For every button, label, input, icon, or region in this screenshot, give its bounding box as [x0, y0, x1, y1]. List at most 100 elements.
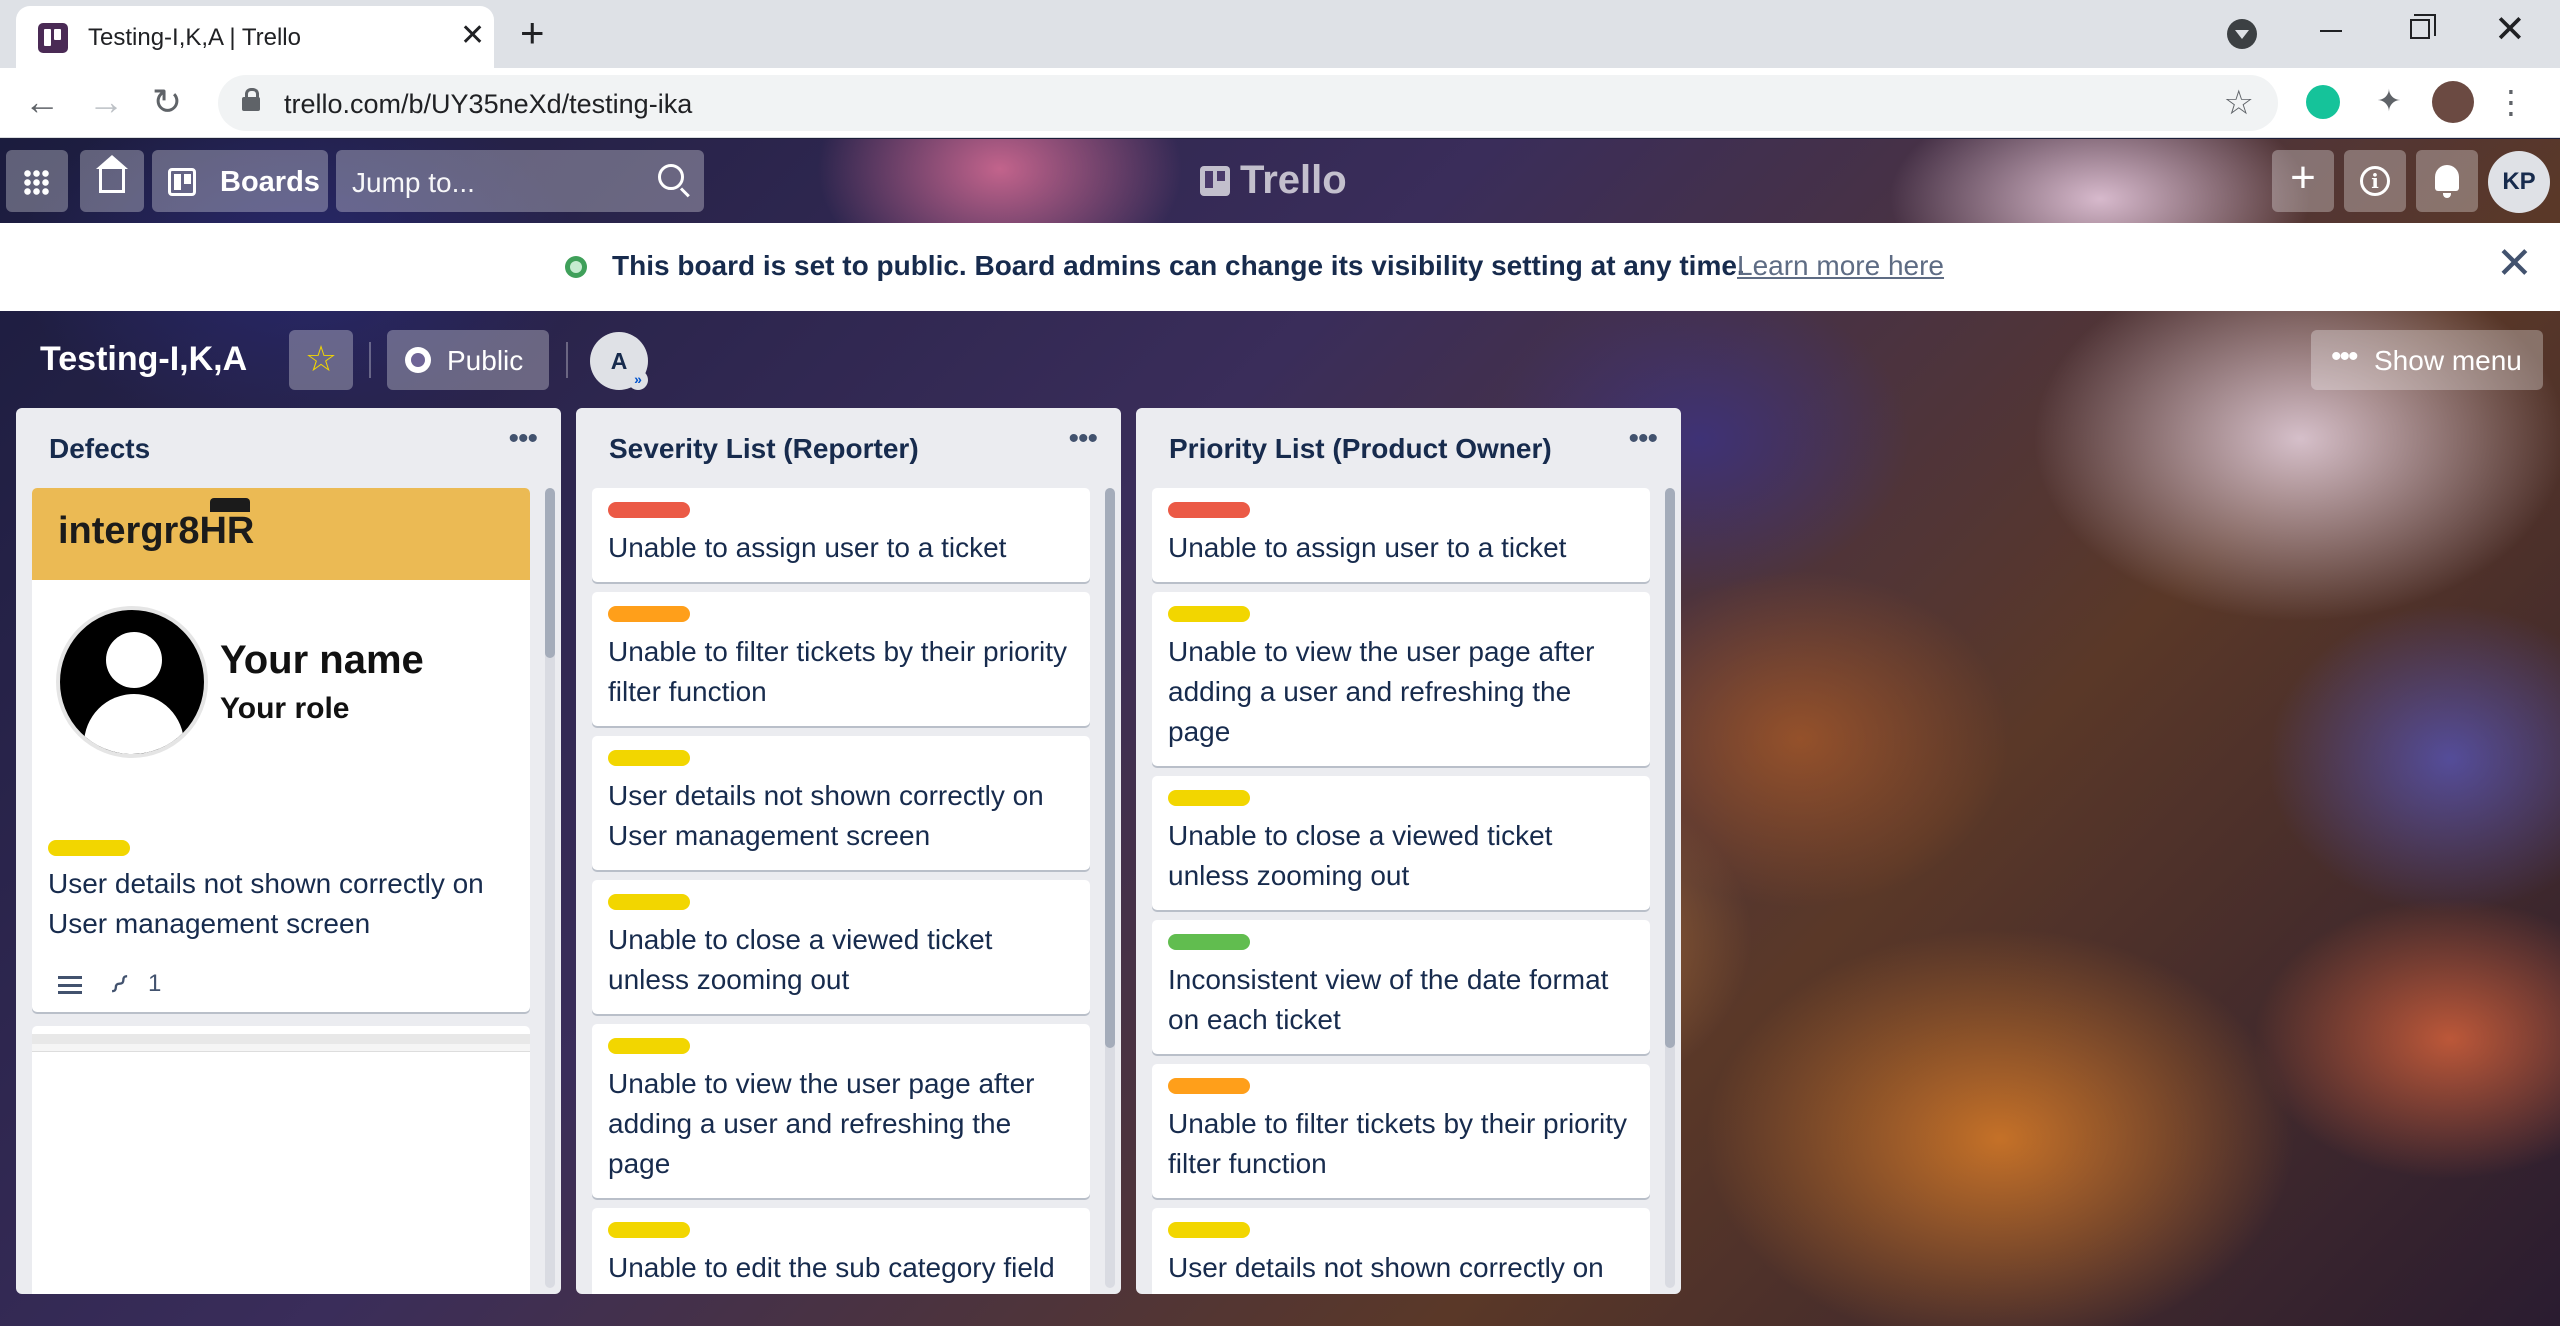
- card-label-green[interactable]: [1168, 934, 1250, 950]
- apps-button[interactable]: [6, 150, 68, 212]
- tab-close-icon[interactable]: ✕: [460, 19, 485, 53]
- description-icon: [58, 976, 82, 994]
- card-label-yellow[interactable]: [608, 750, 690, 766]
- card-title: Unable to close a viewed ticket unless z…: [1168, 820, 1553, 891]
- card-label-yellow[interactable]: [48, 840, 130, 856]
- card[interactable]: Unable to filter tickets by their priori…: [1152, 1064, 1650, 1198]
- card-title: Unable to assign user to a ticket: [608, 532, 1007, 563]
- extensions-puzzle-icon[interactable]: ✦: [2372, 85, 2406, 119]
- list-scrollbar[interactable]: [545, 488, 555, 1288]
- banner-close-icon[interactable]: ✕: [2496, 239, 2533, 289]
- bookmark-star-icon[interactable]: ☆: [2224, 83, 2254, 123]
- card[interactable]: Unable to assign user to a ticket: [592, 488, 1090, 582]
- list-priority: Priority List (Product Owner) ••• Unable…: [1136, 408, 1681, 1294]
- info-icon: i: [2360, 166, 2390, 196]
- public-board-banner: This board is set to public. Board admin…: [0, 223, 2560, 311]
- list-menu-icon[interactable]: •••: [1068, 422, 1097, 456]
- trello-logo-text: Trello: [1240, 158, 1347, 202]
- back-icon[interactable]: ←: [24, 82, 60, 122]
- list-scrollbar[interactable]: [1665, 488, 1675, 1288]
- card-label-yellow[interactable]: [1168, 790, 1250, 806]
- learn-more-link[interactable]: Learn more here: [1737, 250, 1944, 282]
- card-label-red[interactable]: [1168, 502, 1250, 518]
- admin-chevron-icon: »: [628, 370, 648, 390]
- card[interactable]: Unable to edit the sub category field: [592, 1208, 1090, 1294]
- boards-icon: [168, 168, 196, 196]
- reload-icon[interactable]: ↻: [152, 82, 182, 122]
- minimize-icon[interactable]: [2320, 30, 2342, 32]
- card-label-orange[interactable]: [608, 606, 690, 622]
- boards-label: Boards: [220, 166, 320, 198]
- card-cover[interactable]: intergr8HR Your name Your role User deta…: [32, 488, 530, 1012]
- browser-tab-bar: Testing-I,K,A | Trello ✕ + ✕: [0, 0, 2560, 68]
- card-title: User details not shown correctly on: [1168, 1252, 1604, 1283]
- card[interactable]: User details not shown correctly on User…: [592, 736, 1090, 870]
- card[interactable]: Unable to assign user to a ticket: [1152, 488, 1650, 582]
- window-close-icon[interactable]: ✕: [2494, 8, 2526, 52]
- card[interactable]: Unable to view the user page after addin…: [1152, 592, 1650, 766]
- cover-logo-cap: [210, 498, 250, 512]
- card[interactable]: Inconsistent view of the date format on …: [1152, 920, 1650, 1054]
- card-title: Unable to close a viewed ticket unless z…: [608, 924, 993, 995]
- list-scrollbar[interactable]: [1105, 488, 1115, 1288]
- plus-icon: +: [2290, 153, 2316, 202]
- list-menu-icon[interactable]: •••: [1628, 422, 1657, 456]
- visibility-button[interactable]: Public: [387, 330, 549, 390]
- card-label-orange[interactable]: [1168, 1078, 1250, 1094]
- create-button[interactable]: +: [2272, 150, 2334, 212]
- thumbnail-tabs: [32, 1034, 530, 1044]
- visibility-label: Public: [447, 345, 524, 376]
- ellipsis-icon: •••: [2331, 340, 2358, 373]
- card[interactable]: Unable to view the user page after addin…: [592, 1024, 1090, 1198]
- notifications-button[interactable]: [2416, 150, 2478, 212]
- restore-icon[interactable]: [2410, 14, 2436, 39]
- card[interactable]: User details not shown correctly on: [1152, 1208, 1650, 1294]
- list-scrollbar-thumb[interactable]: [545, 488, 555, 658]
- browser-menu-icon[interactable]: ⋮: [2494, 85, 2528, 119]
- browser-tab[interactable]: Testing-I,K,A | Trello ✕: [16, 6, 494, 68]
- card-label-yellow[interactable]: [1168, 1222, 1250, 1238]
- user-avatar[interactable]: KP: [2488, 151, 2550, 213]
- profile-avatar[interactable]: [2432, 81, 2474, 123]
- trello-logo[interactable]: Trello: [1200, 158, 1347, 203]
- jump-to-placeholder: Jump to...: [352, 167, 475, 198]
- list-scrollbar-thumb[interactable]: [1665, 488, 1675, 1048]
- card-label-yellow[interactable]: [1168, 606, 1250, 622]
- forward-icon[interactable]: →: [88, 82, 124, 122]
- list-title[interactable]: Severity List (Reporter): [609, 433, 919, 465]
- boards-button[interactable]: Boards: [152, 150, 328, 212]
- list-menu-icon[interactable]: •••: [508, 422, 537, 456]
- card-label-red[interactable]: [608, 502, 690, 518]
- card-title: Unable to filter tickets by their priori…: [608, 636, 1068, 707]
- home-button[interactable]: [80, 150, 144, 212]
- card[interactable]: Unable to close a viewed ticket unless z…: [592, 880, 1090, 1014]
- bell-icon: [2435, 165, 2459, 198]
- tab-search-icon[interactable]: [2227, 19, 2257, 49]
- card[interactable]: Unable to close a viewed ticket unless z…: [1152, 776, 1650, 910]
- card-label-yellow[interactable]: [608, 1222, 690, 1238]
- header-divider: [566, 342, 568, 378]
- list-title[interactable]: Priority List (Product Owner): [1169, 433, 1552, 465]
- show-menu-button[interactable]: ••• Show menu: [2311, 330, 2543, 390]
- url-input[interactable]: trello.com/b/UY35neXd/testing-ika ☆: [218, 75, 2278, 131]
- cover-name: Your name: [220, 638, 424, 682]
- list-title[interactable]: Defects: [49, 433, 150, 465]
- cover-banner: intergr8HR: [32, 488, 530, 580]
- lock-icon[interactable]: [242, 88, 260, 111]
- new-tab-icon[interactable]: +: [520, 12, 545, 54]
- profile-placeholder-icon: [56, 606, 208, 758]
- jump-to-search-input[interactable]: Jump to...: [336, 150, 704, 212]
- grammarly-extension-icon[interactable]: [2306, 85, 2340, 119]
- address-bar: ← → ↻ trello.com/b/UY35neXd/testing-ika …: [0, 68, 2560, 138]
- list-scrollbar-thumb[interactable]: [1105, 488, 1115, 1048]
- cover-role: Your role: [220, 692, 350, 725]
- screenshot-thumbnail-card[interactable]: [32, 1026, 530, 1294]
- board-title[interactable]: Testing-I,K,A: [40, 340, 247, 379]
- info-button[interactable]: i: [2344, 150, 2406, 212]
- card[interactable]: Unable to filter tickets by their priori…: [592, 592, 1090, 726]
- card-label-yellow[interactable]: [608, 1038, 690, 1054]
- card-label-yellow[interactable]: [608, 894, 690, 910]
- tab-title: Testing-I,K,A | Trello: [88, 24, 301, 51]
- card-title: Unable to view the user page after addin…: [1168, 636, 1595, 747]
- star-board-button[interactable]: ☆: [289, 330, 353, 390]
